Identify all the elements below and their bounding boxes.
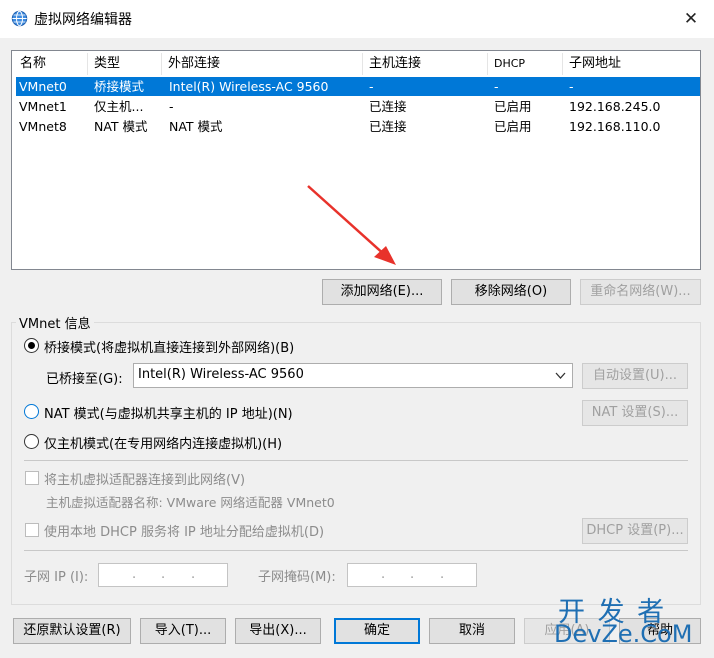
cell-name: VMnet1 [19,99,67,114]
ok-button[interactable]: 确定 [334,618,420,644]
table-row[interactable]: VMnet0 桥接模式 Intel(R) Wireless-AC 9560 - … [16,77,700,96]
ip-dot: . [440,567,445,582]
cell-external: - [169,99,174,114]
column-header-dhcp[interactable]: DHCP [488,53,563,75]
cell-host: 已连接 [369,99,407,114]
cell-subnet: 192.168.110.0 [569,119,661,134]
cell-type: 仅主机... [94,99,144,114]
cancel-button[interactable]: 取消 [429,618,515,644]
connect-adapter-label[interactable]: 将主机虚拟适配器连接到此网络(V) [44,469,245,488]
column-header-type[interactable]: 类型 [88,53,162,75]
column-header-subnet[interactable]: 子网地址 [563,53,688,75]
ip-dot: . [410,567,415,582]
connect-adapter-checkbox[interactable] [25,471,39,485]
cell-dhcp: 已启用 [494,99,532,114]
dhcp-label[interactable]: 使用本地 DHCP 服务将 IP 地址分配给虚拟机(D) [44,521,324,540]
bridged-to-label: 已桥接至(G): [46,372,123,387]
subnet-mask-label: 子网掩码(M): [258,570,336,585]
rename-network-button[interactable]: 重命名网络(W)... [580,279,701,305]
auto-settings-button[interactable]: 自动设置(U)... [582,363,688,389]
cell-type: 桥接模式 [94,79,145,94]
subnet-mask-input[interactable]: . . . [347,563,477,587]
remove-network-button[interactable]: 移除网络(O) [451,279,571,305]
nat-settings-button[interactable]: NAT 设置(S)... [582,400,688,426]
watermark: 开 发 者 DevZe.CoM [552,590,702,654]
close-icon: ✕ [683,9,699,29]
bridged-to-select[interactable]: Intel(R) Wireless-AC 9560 [133,363,573,388]
add-network-button[interactable]: 添加网络(E)... [322,279,442,305]
subnet-ip-input[interactable]: . . . [98,563,228,587]
divider [24,550,688,551]
cell-name: VMnet8 [19,119,67,134]
cell-name: VMnet0 [19,79,67,94]
cell-host: - [369,79,374,94]
network-globe-icon [11,10,28,27]
table-row[interactable]: VMnet1 仅主机... - 已连接 已启用 192.168.245.0 [16,97,700,116]
vmnet-info-title: VMnet 信息 [16,313,94,332]
ip-dot: . [132,567,137,582]
chevron-down-icon [555,372,566,379]
export-button[interactable]: 导出(X)... [235,618,321,644]
cell-subnet: 192.168.245.0 [569,99,661,114]
subnet-ip-label: 子网 IP (I): [24,570,89,585]
window-title: 虚拟网络编辑器 [34,12,132,28]
bridged-mode-radio[interactable] [24,338,39,353]
ip-dot: . [381,567,386,582]
annotation-arrow-icon [307,185,396,265]
divider [24,460,688,461]
cell-dhcp: - [494,79,499,94]
host-only-label[interactable]: 仅主机模式(在专用网络内连接虚拟机)(H) [44,433,282,452]
watermark-line2: DevZe.CoM [554,620,693,648]
column-header-host[interactable]: 主机连接 [363,53,488,75]
table-row[interactable]: VMnet8 NAT 模式 NAT 模式 已连接 已启用 192.168.110… [16,117,700,136]
dhcp-checkbox[interactable] [25,523,39,537]
column-header-name[interactable]: 名称 [14,53,88,75]
column-header-external[interactable]: 外部连接 [162,53,363,75]
cell-subnet: - [569,79,574,94]
bridged-mode-label[interactable]: 桥接模式(将虚拟机直接连接到外部网络)(B) [44,337,294,356]
adapter-name-label: 主机虚拟适配器名称: VMware 网络适配器 VMnet0 [46,495,335,510]
cell-host: 已连接 [369,119,407,134]
ip-dot: . [191,567,196,582]
cell-external: NAT 模式 [169,119,223,134]
nat-mode-label[interactable]: NAT 模式(与虚拟机共享主机的 IP 地址)(N) [44,403,293,422]
nat-mode-radio[interactable] [24,404,39,419]
close-button[interactable]: ✕ [676,5,706,33]
dhcp-settings-button[interactable]: DHCP 设置(P)... [582,518,688,544]
restore-defaults-button[interactable]: 还原默认设置(R) [13,618,131,644]
cell-dhcp: 已启用 [494,119,532,134]
cell-external: Intel(R) Wireless-AC 9560 [169,79,329,94]
ip-dot: . [161,567,166,582]
host-only-radio[interactable] [24,434,39,449]
import-button[interactable]: 导入(T)... [140,618,226,644]
cell-type: NAT 模式 [94,119,148,134]
bridged-to-value: Intel(R) Wireless-AC 9560 [138,367,304,382]
